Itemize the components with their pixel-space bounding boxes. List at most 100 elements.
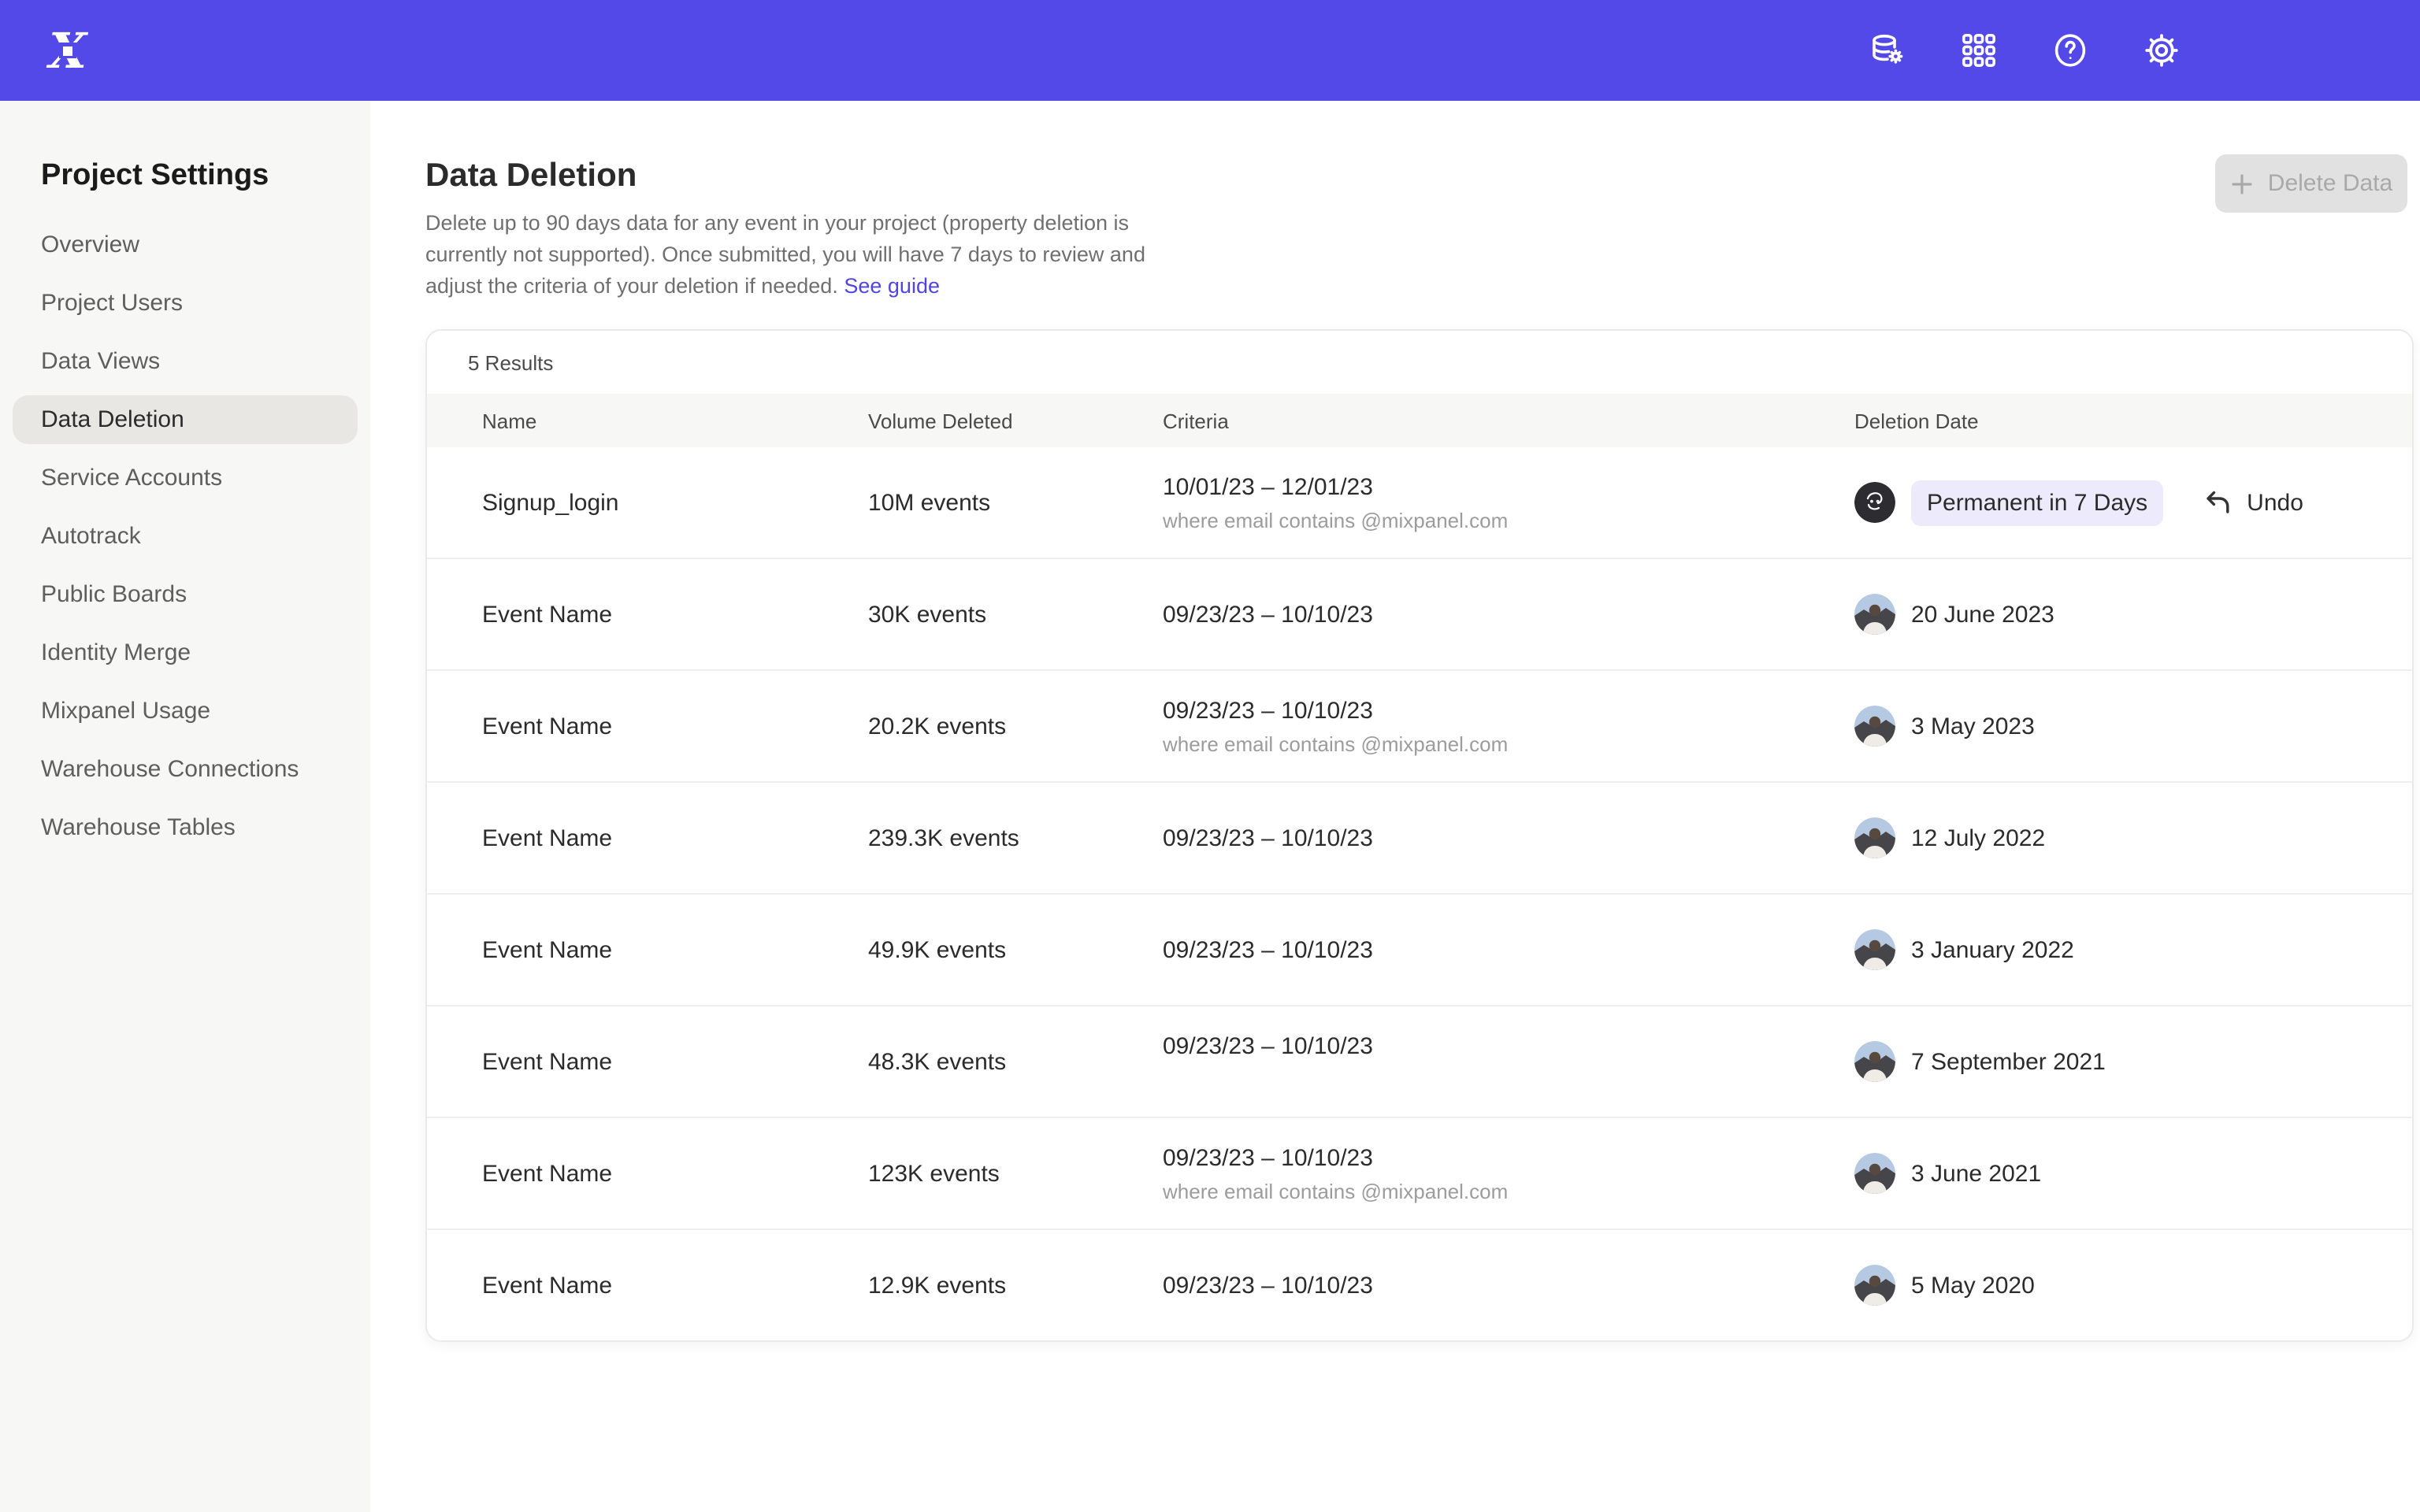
table-row: Signup_login 10M events 10/01/23 – 12/01… (427, 447, 2412, 558)
deletion-date-cell: 7 September 2021 (1854, 1041, 2412, 1082)
user-avatar (1854, 594, 1895, 635)
column-header-name: Name (482, 409, 868, 432)
event-name: Event Name (482, 1272, 868, 1299)
table-row: Event Name 123K events 09/23/23 – 10/10/… (427, 1117, 2412, 1228)
criteria-cell: 10/01/23 – 12/01/23 where email contains… (1163, 473, 1854, 532)
volume-deleted: 123K events (868, 1160, 1163, 1187)
criteria-date-range: 09/23/23 – 10/10/23 (1163, 936, 1854, 963)
user-avatar (1854, 929, 1895, 970)
criteria-filter-subtext: where email contains @mixpanel.com (1163, 1179, 1854, 1203)
column-header-criteria: Criteria (1163, 409, 1854, 432)
event-name: Event Name (482, 825, 868, 851)
volume-deleted: 10M events (868, 489, 1163, 516)
table-row: Event Name 239.3K events 09/23/23 – 10/1… (427, 781, 2412, 893)
top-navigation-bar: X (0, 0, 2420, 101)
sidebar-item-autotrack[interactable]: Autotrack (13, 512, 358, 561)
deletion-date-cell: Permanent in 7 Days Undo (1854, 480, 2412, 525)
undo-icon (2204, 488, 2233, 517)
table-body: Signup_login 10M events 10/01/23 – 12/01… (427, 447, 2412, 1340)
mixpanel-logo-icon[interactable]: X (43, 25, 93, 76)
undo-button[interactable]: Undo (2204, 488, 2303, 517)
undo-label: Undo (2247, 489, 2303, 516)
event-name: Event Name (482, 1160, 868, 1187)
delete-data-button[interactable]: Delete Data (2215, 154, 2407, 213)
criteria-date-range: 09/23/23 – 10/10/23 (1163, 1144, 1854, 1171)
deletion-date: 7 September 2021 (1911, 1048, 2106, 1075)
criteria-cell: 09/23/23 – 10/10/23 (1163, 1032, 1854, 1091)
description-line: adjust the criteria of your deletion if … (425, 271, 2420, 302)
criteria-filter-subtext (1163, 1067, 1854, 1091)
sidebar-item-label: Project Users (41, 290, 183, 317)
sidebar-item-label: Warehouse Connections (41, 756, 299, 783)
sidebar-item-project-users[interactable]: Project Users (13, 279, 358, 328)
sidebar-item-warehouse-tables[interactable]: Warehouse Tables (13, 803, 358, 852)
criteria-cell: 09/23/23 – 10/10/23 where email contains… (1163, 1144, 1854, 1203)
deletion-date: 3 May 2023 (1911, 713, 2035, 739)
criteria-date-range: 09/23/23 – 10/10/23 (1163, 601, 1854, 628)
user-avatar (1854, 482, 1895, 523)
criteria-date-range: 09/23/23 – 10/10/23 (1163, 825, 1854, 851)
criteria-cell: 09/23/23 – 10/10/23 (1163, 1272, 1854, 1299)
event-name: Signup_login (482, 489, 868, 516)
deletion-date: 12 July 2022 (1911, 825, 2045, 851)
settings-sidebar: Project Settings Overview Project Users … (0, 101, 370, 1512)
user-avatar (1854, 1041, 1895, 1082)
data-settings-icon[interactable] (1869, 32, 1906, 69)
sidebar-item-data-views[interactable]: Data Views (13, 337, 358, 386)
criteria-filter-subtext: where email contains @mixpanel.com (1163, 732, 1854, 755)
criteria-date-range: 09/23/23 – 10/10/23 (1163, 697, 1854, 724)
settings-gear-icon[interactable] (2143, 32, 2181, 69)
criteria-cell: 09/23/23 – 10/10/23 (1163, 601, 1854, 628)
table-header-row: Name Volume Deleted Criteria Deletion Da… (427, 394, 2412, 447)
help-icon[interactable] (2051, 32, 2089, 69)
volume-deleted: 49.9K events (868, 936, 1163, 963)
volume-deleted: 30K events (868, 601, 1163, 628)
sidebar-item-service-accounts[interactable]: Service Accounts (13, 454, 358, 502)
user-avatar (1854, 706, 1895, 747)
user-avatar (1854, 1265, 1895, 1306)
deletion-date-cell: 3 June 2021 (1854, 1153, 2412, 1194)
event-name: Event Name (482, 601, 868, 628)
criteria-cell: 09/23/23 – 10/10/23 (1163, 936, 1854, 963)
deletion-date: 20 June 2023 (1911, 601, 2054, 628)
sidebar-item-label: Autotrack (41, 523, 141, 550)
page-title: Data Deletion (425, 158, 2420, 195)
sidebar-item-label: Warehouse Tables (41, 814, 236, 841)
deletion-date-cell: 20 June 2023 (1854, 594, 2412, 635)
sidebar-item-data-deletion[interactable]: Data Deletion (13, 395, 358, 444)
apps-grid-icon[interactable] (1960, 32, 1998, 69)
topbar-icon-group (1869, 32, 2181, 69)
description-line: Delete up to 90 days data for any event … (425, 208, 2420, 239)
volume-deleted: 20.2K events (868, 713, 1163, 739)
event-name: Event Name (482, 1048, 868, 1075)
sidebar-title: Project Settings (41, 158, 370, 195)
deletion-date-cell: 5 May 2020 (1854, 1265, 2412, 1306)
app-window: X (0, 0, 2420, 1512)
sidebar-item-identity-merge[interactable]: Identity Merge (13, 628, 358, 677)
see-guide-link[interactable]: See guide (844, 274, 940, 298)
sidebar-item-label: Overview (41, 232, 139, 258)
sidebar-item-warehouse-connections[interactable]: Warehouse Connections (13, 745, 358, 794)
sidebar-item-public-boards[interactable]: Public Boards (13, 570, 358, 619)
sidebar-item-overview[interactable]: Overview (13, 220, 358, 269)
plus-icon (2230, 171, 2255, 196)
deletion-date-cell: 12 July 2022 (1854, 817, 2412, 858)
sidebar-item-mixpanel-usage[interactable]: Mixpanel Usage (13, 687, 358, 736)
volume-deleted: 239.3K events (868, 825, 1163, 851)
criteria-cell: 09/23/23 – 10/10/23 (1163, 825, 1854, 851)
description-line: currently not supported). Once submitted… (425, 239, 2420, 271)
sidebar-item-label: Data Deletion (41, 406, 184, 433)
user-avatar (1854, 817, 1895, 858)
table-row: Event Name 30K events 09/23/23 – 10/10/2… (427, 558, 2412, 669)
results-count: 5 Results (427, 331, 2412, 394)
deletion-table-card: 5 Results Name Volume Deleted Criteria D… (425, 329, 2414, 1342)
criteria-date-range: 09/23/23 – 10/10/23 (1163, 1272, 1854, 1299)
deletion-date: 5 May 2020 (1911, 1272, 2035, 1299)
sidebar-nav: Overview Project Users Data Views Data D… (0, 220, 370, 852)
table-row: Event Name 48.3K events 09/23/23 – 10/10… (427, 1005, 2412, 1117)
table-row: Event Name 49.9K events 09/23/23 – 10/10… (427, 893, 2412, 1005)
status-badge: Permanent in 7 Days (1911, 480, 2163, 525)
sidebar-item-label: Mixpanel Usage (41, 698, 210, 724)
criteria-cell: 09/23/23 – 10/10/23 where email contains… (1163, 697, 1854, 755)
sidebar-item-label: Service Accounts (41, 465, 222, 491)
